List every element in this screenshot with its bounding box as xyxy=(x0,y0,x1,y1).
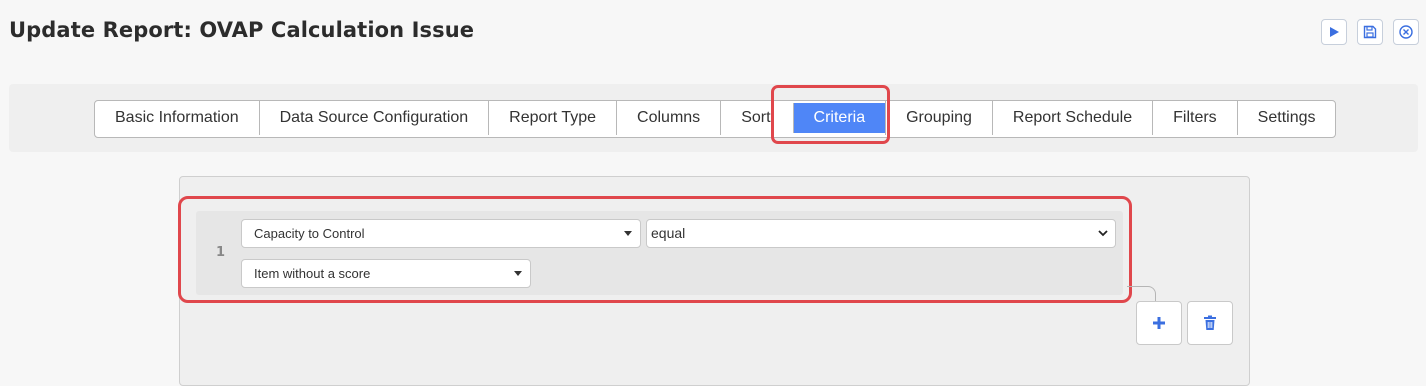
plus-icon xyxy=(1153,317,1165,329)
caret-down-icon xyxy=(514,271,522,276)
tab-columns[interactable]: Columns xyxy=(616,101,720,135)
criteria-operator-select[interactable]: equal xyxy=(646,219,1116,248)
criteria-field-value: Capacity to Control xyxy=(254,226,365,241)
tab-report-schedule[interactable]: Report Schedule xyxy=(991,101,1152,135)
save-report-button[interactable] xyxy=(1357,19,1383,45)
chevron-down-icon xyxy=(1098,230,1108,237)
close-circle-icon xyxy=(1399,25,1413,39)
tab-data-source-configuration[interactable]: Data Source Configuration xyxy=(258,101,489,135)
tab-criteria[interactable]: Criteria xyxy=(792,103,886,133)
add-criteria-button[interactable] xyxy=(1136,301,1182,345)
criteria-field-select[interactable]: Capacity to Control xyxy=(241,219,641,248)
criteria-operator-value: equal xyxy=(651,225,686,241)
tab-settings[interactable]: Settings xyxy=(1236,101,1336,135)
criteria-value-select[interactable]: Item without a score xyxy=(241,259,531,288)
save-icon xyxy=(1363,25,1377,39)
tab-sort[interactable]: Sort xyxy=(720,101,792,135)
tab-basic-information[interactable]: Basic Information xyxy=(95,101,259,135)
tab-report-type[interactable]: Report Type xyxy=(488,101,616,135)
criteria-value-text: Item without a score xyxy=(254,266,371,281)
close-report-button[interactable] xyxy=(1393,19,1419,45)
tab-grouping[interactable]: Grouping xyxy=(885,101,992,135)
page-title: Update Report: OVAP Calculation Issue xyxy=(9,18,475,42)
report-actions xyxy=(1321,19,1419,45)
run-report-button[interactable] xyxy=(1321,19,1347,45)
caret-down-icon xyxy=(624,231,632,236)
tab-filters[interactable]: Filters xyxy=(1152,101,1237,135)
play-icon xyxy=(1330,27,1339,37)
delete-criteria-button[interactable] xyxy=(1187,301,1233,345)
trash-icon xyxy=(1204,315,1216,330)
report-tabs: Basic Information Data Source Configurat… xyxy=(94,100,1337,138)
criteria-row-number: 1 xyxy=(216,245,226,260)
